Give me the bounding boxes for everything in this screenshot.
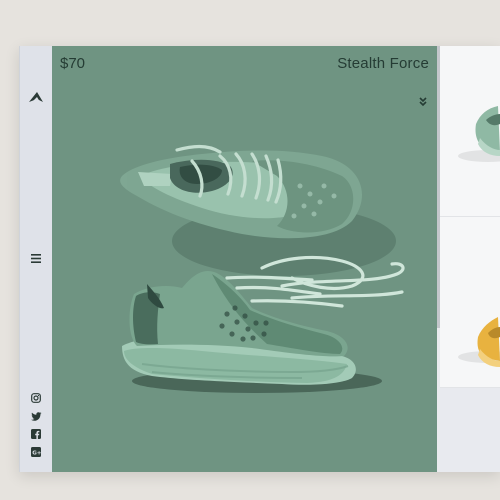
product-name: Stealth Force bbox=[337, 55, 429, 72]
product-card-yellow[interactable] bbox=[440, 217, 500, 388]
svg-text:G+: G+ bbox=[32, 450, 41, 456]
facebook-icon[interactable] bbox=[30, 428, 42, 440]
hamburger-menu-icon[interactable] bbox=[28, 252, 44, 264]
brand-logo-icon[interactable] bbox=[28, 90, 44, 104]
app-frame: G+ $70 Stealth Force bbox=[19, 46, 500, 472]
instagram-icon[interactable] bbox=[30, 392, 42, 404]
shoe-side-view bbox=[122, 255, 405, 393]
scrollbar-track[interactable] bbox=[437, 328, 440, 472]
product-price: $70 bbox=[60, 55, 86, 72]
sidebar: G+ bbox=[19, 46, 52, 472]
product-card-green[interactable] bbox=[440, 46, 500, 217]
google-plus-icon[interactable]: G+ bbox=[30, 446, 42, 458]
product-list-panel bbox=[440, 46, 500, 472]
scrollbar-thumb[interactable] bbox=[437, 46, 440, 328]
product-hero: $70 Stealth Force bbox=[52, 46, 439, 472]
product-image bbox=[120, 144, 405, 393]
twitter-icon[interactable] bbox=[30, 410, 42, 422]
chevron-double-down-icon[interactable] bbox=[418, 95, 428, 107]
product-card-placeholder[interactable] bbox=[440, 388, 500, 472]
shoe-top-view bbox=[120, 144, 396, 276]
